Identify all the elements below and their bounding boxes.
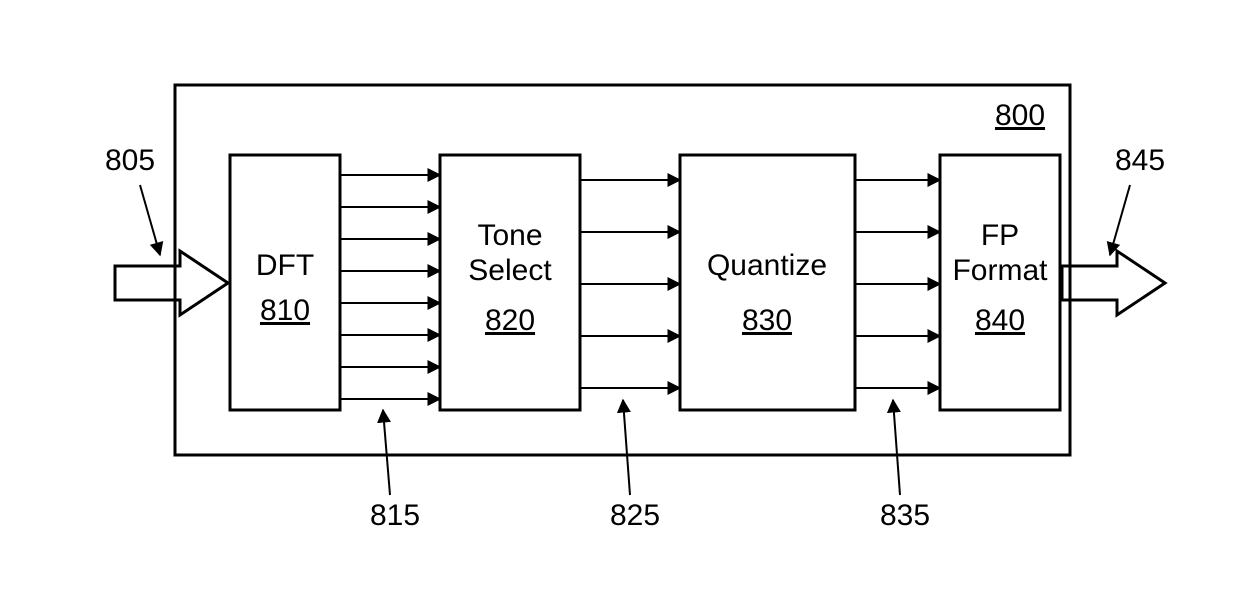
output-ref-label: 845 bbox=[1115, 144, 1165, 177]
input-arrow-icon bbox=[115, 251, 228, 315]
bus-a-ref-pointer bbox=[383, 410, 390, 495]
bus-c-ref-pointer bbox=[893, 400, 900, 495]
block-quantize-label: Quantize bbox=[707, 249, 827, 282]
block-fp-format-line2: Format bbox=[952, 254, 1048, 287]
block-tone-select-ref: 820 bbox=[485, 304, 535, 337]
container-ref-label: 800 bbox=[995, 99, 1045, 132]
bus-quantize-to-fpformat bbox=[855, 180, 940, 388]
output-arrow-icon bbox=[1062, 251, 1165, 315]
block-fp-format-line1: FP bbox=[981, 219, 1019, 252]
block-dft-label: DFT bbox=[256, 249, 314, 282]
block-tone-select-line2: Select bbox=[468, 254, 552, 287]
input-ref-label: 805 bbox=[105, 144, 155, 177]
bus-dft-to-toneselect bbox=[340, 175, 440, 399]
bus-toneselect-to-quantize bbox=[580, 180, 680, 388]
block-quantize-ref: 830 bbox=[742, 304, 792, 337]
input-ref-pointer bbox=[140, 185, 160, 255]
block-quantize bbox=[680, 155, 855, 410]
output-ref-pointer bbox=[1110, 185, 1130, 255]
bus-c-ref-label: 835 bbox=[880, 499, 930, 532]
bus-b-ref-pointer bbox=[623, 400, 630, 495]
bus-a-ref-label: 815 bbox=[370, 499, 420, 532]
block-fp-format-ref: 840 bbox=[975, 304, 1025, 337]
block-dft-ref: 810 bbox=[260, 294, 310, 327]
bus-b-ref-label: 825 bbox=[610, 499, 660, 532]
block-tone-select-line1: Tone bbox=[477, 219, 542, 252]
block-dft bbox=[230, 155, 340, 410]
